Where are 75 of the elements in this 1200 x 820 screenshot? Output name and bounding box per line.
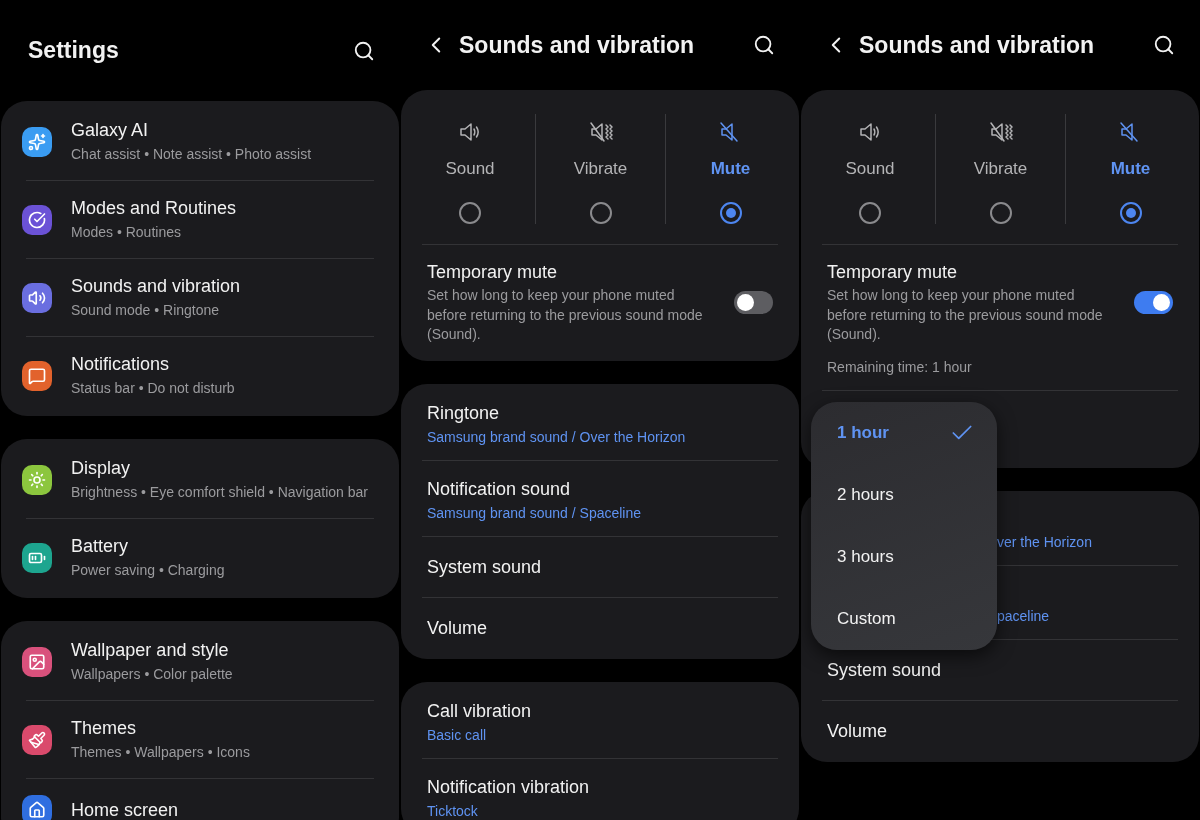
toggle-switch[interactable] — [1134, 291, 1173, 315]
page-title: Sounds and vibration — [459, 31, 696, 59]
settings-item[interactable]: Volume — [822, 699, 1178, 761]
item-title: Wallpaper and style — [71, 639, 230, 661]
search-icon[interactable] — [353, 39, 375, 62]
item-subtitle: Modes • Routines — [71, 223, 182, 242]
radio-button[interactable] — [1119, 202, 1142, 224]
item-title: Notifications — [71, 353, 171, 375]
item-title: Notification vibration — [427, 775, 591, 798]
item-subtitle: Samsung brand sound / Over the Horizon — [427, 427, 687, 447]
page-title: Settings — [28, 37, 120, 64]
vibrate-icon — [587, 119, 614, 145]
menu-option[interactable]: 2 hours — [811, 464, 997, 526]
radio-button[interactable] — [459, 202, 481, 224]
search-icon[interactable] — [753, 34, 775, 56]
settings-item[interactable]: Notification sound Samsung brand sound / Spaceline — [422, 459, 778, 536]
item-title: System sound — [427, 555, 543, 578]
page-title: Sounds and vibration — [859, 31, 1096, 59]
radio-button[interactable] — [719, 202, 742, 224]
settings-item[interactable]: Notification vibration Ticktock — [422, 757, 778, 820]
item-title: Notification sound — [427, 477, 572, 500]
item-description: Set how long to keep your phone muted before returning to the previous sound mode (Sound). — [827, 286, 1104, 344]
settings-item[interactable]: Ringtone Samsung brand sound / Over the Horizon — [422, 384, 778, 460]
mode-label: Mute — [1110, 159, 1151, 179]
mode-label: Vibrate — [973, 159, 1028, 179]
item-title: Call vibration — [427, 699, 533, 722]
settings-item[interactable]: Notifications Status bar • Do not disturb — [26, 336, 374, 414]
settings-item[interactable]: Battery Power saving • Charging — [26, 518, 374, 596]
item-title: Sounds and vibration — [71, 275, 242, 297]
item-title: Ringtone — [427, 401, 501, 424]
mode-label: Sound — [845, 159, 895, 179]
settings-item[interactable]: Home screen — [26, 778, 374, 820]
item-subtitle: paceline — [997, 606, 1051, 626]
settings-item[interactable]: Volume — [422, 596, 778, 658]
remaining-time: Remaining time: 1 hour — [826, 358, 973, 377]
mode-label: Sound — [445, 159, 495, 179]
item-description: Set how long to keep your phone muted before returning to the previous sound mode (Sound). — [427, 286, 704, 344]
search-icon[interactable] — [1153, 34, 1175, 56]
settings-item[interactable]: Themes Themes • Wallpapers • Icons — [26, 700, 374, 778]
settings-item[interactable]: System sound — [422, 535, 778, 597]
item-title: System sound — [827, 658, 943, 681]
item-subtitle: Chat assist • Note assist • Photo assist — [71, 145, 313, 164]
vibrate-icon — [987, 119, 1014, 145]
settings-item[interactable]: Sounds and vibration Sound mode • Ringtone — [26, 258, 374, 336]
item-subtitle: Status bar • Do not disturb — [71, 379, 236, 398]
settings-item[interactable]: Galaxy AI Chat assist • Note assist • Photo assist — [26, 103, 374, 180]
item-subtitle: Samsung brand sound / Spaceline — [427, 503, 643, 523]
item-subtitle: Basic call — [427, 725, 488, 745]
item-title: Temporary mute — [427, 261, 559, 283]
item-title: Themes — [71, 717, 138, 739]
settings-item[interactable]: Wallpaper and style Wallpapers • Color palette — [26, 623, 374, 700]
item-subtitle: Themes • Wallpapers • Icons — [71, 743, 251, 762]
mode-label: Mute — [710, 159, 751, 179]
radio-button[interactable] — [859, 202, 881, 224]
menu-option[interactable]: 1 hour — [811, 402, 997, 464]
radio-button[interactable] — [989, 202, 1012, 224]
item-subtitle: Sound mode • Ringtone — [71, 301, 221, 320]
settings-item[interactable]: Display Brightness • Eye comfort shield • Navigation bar — [26, 441, 374, 518]
item-title: Volume — [827, 719, 889, 742]
item-subtitle: Brightness • Eye comfort shield • Navigation bar — [71, 483, 369, 502]
item-subtitle: Ticktock — [427, 801, 479, 820]
radio-button[interactable] — [589, 202, 612, 224]
settings-item[interactable]: Modes and Routines Modes • Routines — [26, 180, 374, 258]
item-subtitle: Wallpapers • Color palette — [71, 665, 234, 684]
toggle-switch[interactable] — [734, 291, 773, 315]
mode-label: Vibrate — [573, 159, 628, 179]
settings-item[interactable]: Call vibration Basic call — [422, 682, 778, 758]
item-title: Volume — [427, 616, 489, 639]
item-title: Display — [71, 457, 132, 479]
item-title: Galaxy AI — [71, 119, 150, 141]
item-title: Home screen — [71, 799, 180, 820]
item-title: Modes and Routines — [71, 197, 238, 219]
item-title: Battery — [71, 535, 130, 557]
item-title: Temporary mute — [827, 261, 959, 283]
item-subtitle: Power saving • Charging — [71, 561, 226, 580]
